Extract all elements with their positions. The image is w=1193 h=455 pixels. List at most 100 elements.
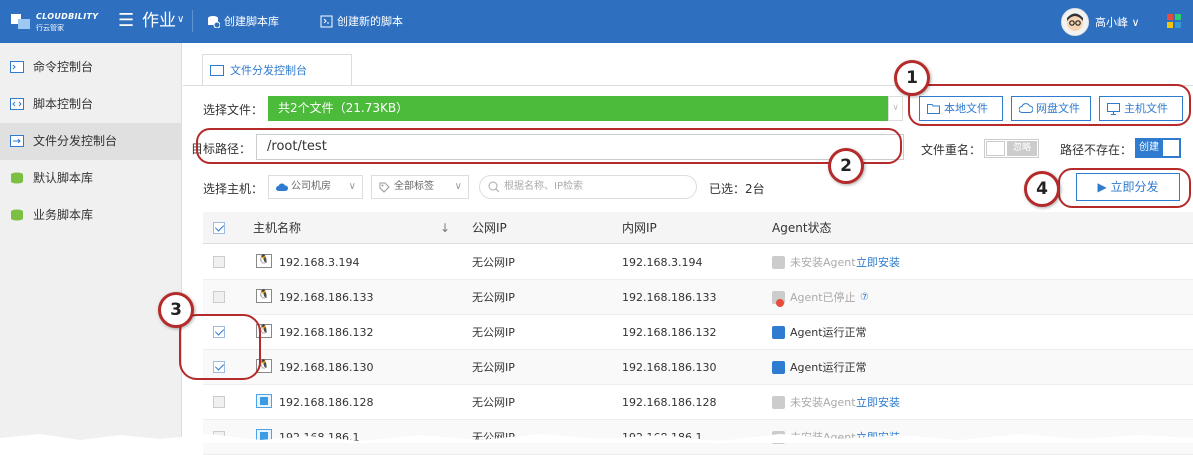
callout-badge-2: 2 <box>828 148 864 184</box>
torn-edge-decoration <box>0 434 1193 443</box>
select-host-label: 选择主机： <box>203 182 264 196</box>
create-script-library-button[interactable]: 创建脚本库 <box>207 13 297 31</box>
sidebar-item-script-console[interactable]: 脚本控制台 <box>0 86 182 123</box>
module-switcher[interactable]: 作业 <box>142 10 176 32</box>
host-name: 192.168.3.194 <box>279 256 360 269</box>
search-icon <box>488 181 500 193</box>
sidebar-item-label: 默认脚本库 <box>33 171 94 185</box>
column-header-agent-status: Agent状态 <box>772 221 832 235</box>
user-menu[interactable]: 高小峰 ∨ <box>1095 14 1140 30</box>
table-row[interactable]: 🐧 192.168.186.133 无公网IP 192.168.186.133 … <box>203 280 1193 315</box>
sidebar-item-business-script-library[interactable]: 业务脚本库 <box>0 197 182 234</box>
table-row[interactable]: 192.168.186.128 无公网IP 192.168.186.128 未安… <box>203 385 1193 420</box>
search-placeholder: 根据名称、IP检索 <box>504 181 583 192</box>
create-new-script-button[interactable]: 创建新的脚本 <box>320 13 420 31</box>
linux-icon: 🐧 <box>256 254 272 268</box>
toggle-knob <box>1163 140 1179 156</box>
select-all-checkbox[interactable] <box>213 222 225 234</box>
install-now-link[interactable]: 立即安装 <box>856 385 900 420</box>
windows-icon <box>256 394 272 408</box>
sidebar-item-command-console[interactable]: 命令控制台 <box>0 49 182 86</box>
logo-text: CLOUDBILITY <box>36 12 99 21</box>
path-missing-toggle[interactable]: 创建 <box>1135 138 1181 158</box>
callout-outline-target-path <box>196 128 902 164</box>
terminal-icon <box>10 61 24 73</box>
table-header: 主机名称 ↓ 公网IP 内网IP Agent状态 <box>203 212 1193 244</box>
cloud-logo-icon <box>11 14 30 29</box>
sidebar-item-label: 命令控制台 <box>33 60 94 74</box>
callout-badge-4: 4 <box>1024 171 1060 207</box>
callout-outline-distribute <box>1058 168 1191 208</box>
private-ip: 192.168.186.130 <box>622 361 717 374</box>
create-script-library-label: 创建脚本库 <box>224 15 279 28</box>
database-add-icon <box>208 16 220 28</box>
cloudbility-logo[interactable]: CLOUDBILITY 行云管家 <box>10 9 110 35</box>
linux-icon: 🐧 <box>256 289 272 303</box>
code-icon <box>10 98 24 110</box>
path-missing-label: 路径不存在： <box>1060 143 1133 157</box>
toggle-knob <box>986 141 1005 156</box>
file-transfer-icon <box>10 135 24 147</box>
install-now-link[interactable]: 立即安装 <box>856 245 900 280</box>
sidebar-item-default-script-library[interactable]: 默认脚本库 <box>0 160 182 197</box>
public-ip: 无公网IP <box>472 326 515 339</box>
column-header-private-ip: 内网IP <box>622 221 657 235</box>
chevron-down-icon: ∨ <box>1131 16 1140 29</box>
agent-running-icon <box>772 361 785 374</box>
datacenter-dropdown[interactable]: 公司机房 ∨ <box>268 175 363 199</box>
host-name: 192.168.186.133 <box>279 291 374 304</box>
callout-outline-host-checkboxes <box>179 314 261 380</box>
new-script-icon <box>320 15 333 28</box>
row-checkbox[interactable] <box>213 396 225 408</box>
table-row[interactable]: 🐧 192.168.186.130 无公网IP 192.168.186.130 … <box>203 350 1193 385</box>
tab-file-distribution-console[interactable]: 文件分发控制台 <box>202 54 352 86</box>
create-new-script-label: 创建新的脚本 <box>337 15 403 28</box>
tag-dropdown[interactable]: 全部标签 ∨ <box>371 175 469 199</box>
callout-badge-1: 1 <box>894 60 930 96</box>
host-name: 192.168.186.128 <box>279 396 374 409</box>
sidebar-item-file-distribution[interactable]: 文件分发控制台 <box>0 123 182 160</box>
top-navigation-bar: CLOUDBILITY 行云管家 ☰ 作业 ∨ 创建脚本库 创建新的脚本 高小峰… <box>0 0 1193 43</box>
sidebar: 命令控制台 脚本控制台 文件分发控制台 默认脚本库 业务脚本库 <box>0 43 182 443</box>
agent-not-installed-icon <box>772 256 785 269</box>
apps-grid-icon[interactable] <box>1167 14 1181 28</box>
logo-subtext: 行云管家 <box>36 24 64 32</box>
row-checkbox[interactable] <box>213 256 225 268</box>
avatar-face-icon <box>1067 13 1083 31</box>
private-ip: 192.168.186.133 <box>622 291 717 304</box>
select-file-label: 选择文件： <box>203 103 264 117</box>
selected-files-summary[interactable]: 共2个文件（21.73KB） <box>268 96 888 121</box>
callout-badge-3: 3 <box>158 292 194 328</box>
help-icon[interactable]: ⑦ <box>860 280 869 315</box>
tab-label: 文件分发控制台 <box>230 64 307 77</box>
chevron-down-icon[interactable]: ∨ <box>177 14 184 25</box>
row-checkbox[interactable] <box>213 291 225 303</box>
column-header-public-ip: 公网IP <box>472 221 507 235</box>
selected-count: 已选：2台 <box>709 182 765 196</box>
hamburger-icon[interactable]: ☰ <box>118 10 134 32</box>
private-ip: 192.168.3.194 <box>622 256 703 269</box>
datacenter-value: 公司机房 <box>291 181 331 192</box>
callout-outline-file-source <box>908 84 1191 126</box>
public-ip: 无公网IP <box>472 396 515 409</box>
public-ip: 无公网IP <box>472 291 515 304</box>
host-search-input[interactable]: 根据名称、IP检索 <box>479 175 697 199</box>
chevron-down-icon[interactable]: ∨ <box>888 96 903 121</box>
table-row[interactable]: 🐧 192.168.3.194 无公网IP 192.168.3.194 未安装A… <box>203 245 1193 280</box>
chevron-down-icon: ∨ <box>454 181 462 192</box>
file-rename-toggle[interactable]: 忽略 <box>984 139 1039 158</box>
agent-not-installed-icon <box>772 396 785 409</box>
public-ip: 无公网IP <box>472 361 515 374</box>
agent-stopped-icon <box>772 291 785 307</box>
table-row[interactable]: 🐧 192.168.186.132 无公网IP 192.168.186.132 … <box>203 315 1193 350</box>
tag-icon <box>379 182 390 193</box>
private-ip: 192.168.186.132 <box>622 326 717 339</box>
sort-arrow-icon[interactable]: ↓ <box>440 212 450 244</box>
user-avatar[interactable] <box>1061 8 1089 36</box>
column-header-host-name[interactable]: 主机名称 <box>253 212 301 244</box>
private-ip: 192.168.186.128 <box>622 396 717 409</box>
file-transfer-icon <box>210 65 224 76</box>
agent-running-icon <box>772 326 785 339</box>
database-icon <box>11 209 23 221</box>
sidebar-item-label: 业务脚本库 <box>33 208 94 222</box>
